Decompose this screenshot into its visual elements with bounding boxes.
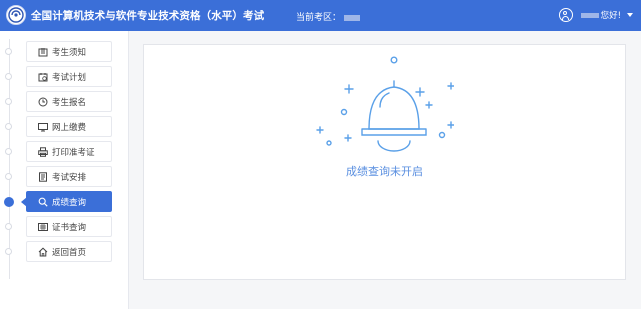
search-icon	[38, 197, 48, 207]
timeline-dot	[5, 98, 12, 105]
exam-logo-icon	[6, 5, 26, 25]
sidebar-item[interactable]: 打印准考证	[26, 141, 112, 162]
sidebar-item[interactable]: 网上缴费	[26, 116, 112, 137]
user-avatar-icon[interactable]	[558, 8, 573, 22]
sidebar-item[interactable]: 成绩查询	[21, 191, 112, 212]
timeline-dot	[5, 123, 12, 130]
sidebar-item-label: 证书查询	[52, 222, 87, 233]
timeline-dot	[5, 148, 12, 155]
current-region: 当前考区：	[296, 10, 361, 23]
timeline-dot	[4, 197, 14, 207]
region-label: 当前考区：	[296, 13, 342, 23]
sidebar-item-label: 考试计划	[52, 72, 87, 83]
user-menu[interactable]: 您好!	[558, 6, 633, 24]
greeting-text: 您好!	[600, 11, 621, 21]
timeline-dot	[5, 248, 12, 255]
calendar-icon	[38, 72, 48, 82]
region-value-redacted	[344, 14, 361, 21]
sidebar-item[interactable]: 考试计划	[26, 66, 112, 87]
notice-icon	[38, 47, 48, 57]
bell-illustration-icon	[316, 56, 454, 152]
status-message: 成绩查询未开启	[346, 165, 423, 178]
home-icon	[38, 247, 48, 257]
sidebar-item[interactable]: 考生须知	[26, 41, 112, 62]
chevron-down-icon[interactable]	[627, 13, 633, 17]
sidebar-item[interactable]: 返回首页	[26, 241, 112, 262]
sidebar-item-label: 成绩查询	[52, 197, 87, 208]
timeline-dot	[5, 73, 12, 80]
clock-icon	[38, 97, 48, 107]
timeline-dot	[5, 223, 12, 230]
content-panel: 成绩查询未开启	[143, 44, 626, 280]
sidebar-item-label: 考试安排	[52, 172, 87, 183]
top-header: 全国计算机技术与软件专业技术资格（水平）考试 当前考区： 您好!	[0, 0, 641, 31]
timeline-dot	[5, 173, 12, 180]
sidebar-item[interactable]: 考生报名	[26, 91, 112, 112]
sidebar-item[interactable]: 考试安排	[26, 166, 112, 187]
sidebar-item-label: 考生须知	[52, 47, 87, 58]
sidebar-item[interactable]: 证书查询	[26, 216, 112, 237]
certificate-icon	[38, 222, 48, 232]
monitor-icon	[38, 122, 48, 132]
timeline-dot	[5, 48, 12, 55]
sidebar-item-label: 考生报名	[52, 97, 87, 108]
sidebar-item-label: 打印准考证	[52, 147, 95, 158]
sidebar: 考生须知考试计划考生报名网上缴费打印准考证考试安排成绩查询证书查询返回首页	[0, 31, 129, 309]
document-icon	[38, 171, 48, 182]
app-title: 全国计算机技术与软件专业技术资格（水平）考试	[31, 10, 265, 22]
sidebar-item-label: 返回首页	[52, 247, 87, 258]
username-redacted	[580, 12, 599, 18]
sidebar-item-label: 网上缴费	[52, 122, 87, 133]
printer-icon	[38, 146, 48, 157]
